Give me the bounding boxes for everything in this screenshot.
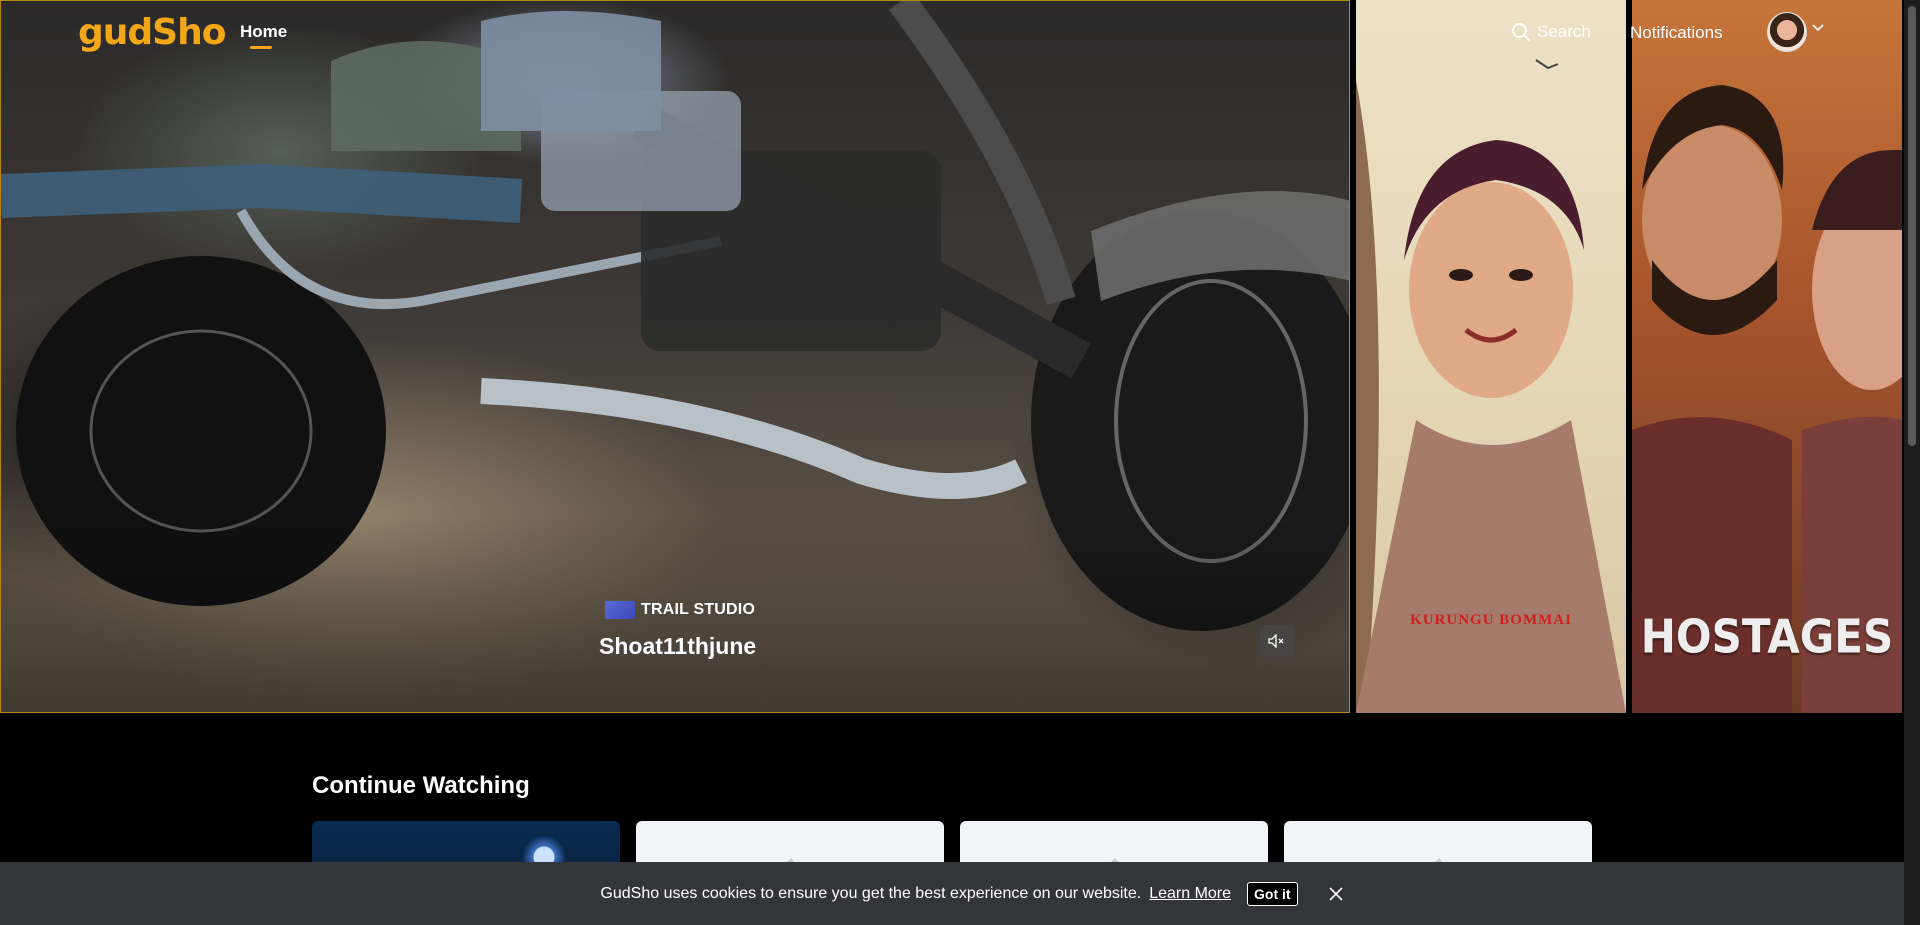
search-icon xyxy=(1512,23,1530,41)
studio-badge[interactable]: TRAIL STUDIO xyxy=(605,601,755,619)
got-it-button[interactable]: Got it xyxy=(1247,881,1298,906)
poster-1-art xyxy=(1356,59,1626,713)
continue-watching-title: Continue Watching xyxy=(312,772,530,799)
close-icon[interactable] xyxy=(1328,886,1344,902)
poster-2-art xyxy=(1632,85,1902,713)
notifications-link[interactable]: Notifications xyxy=(1630,23,1723,43)
studio-logo-icon xyxy=(605,601,635,619)
search-label: Search xyxy=(1537,22,1591,41)
studio-name: TRAIL STUDIO xyxy=(641,601,756,618)
mute-icon xyxy=(1268,634,1284,648)
cookie-content: GudSho uses cookies to ensure you get th… xyxy=(600,881,1344,906)
nav-active-indicator xyxy=(250,46,272,49)
poster-kurungu-bommai[interactable]: KURUNGU BOMMAI xyxy=(1356,0,1626,713)
hero-video[interactable]: TRAIL STUDIO Shoat11thjune xyxy=(0,0,1350,713)
cookie-banner: GudSho uses cookies to ensure you get th… xyxy=(0,862,1904,925)
hero-title[interactable]: Shoat11thjune xyxy=(599,633,756,660)
poster-1-title: KURUNGU BOMMAI xyxy=(1410,612,1572,628)
scrollbar-thumb[interactable] xyxy=(1908,6,1916,446)
poster-2-title: HOSTAGES xyxy=(1640,609,1894,664)
chevron-down-icon[interactable] xyxy=(1812,24,1824,32)
page: TRAIL STUDIO Shoat11thjune KURUNGU BOMMA… xyxy=(0,0,1920,925)
user-avatar[interactable] xyxy=(1767,12,1807,52)
cookie-message: GudSho uses cookies to ensure you get th… xyxy=(600,884,1142,902)
search-button[interactable]: Search xyxy=(1511,22,1591,42)
nav-home[interactable]: Home xyxy=(240,22,287,42)
mute-button[interactable] xyxy=(1260,625,1294,657)
poster-hostages[interactable]: HOSTAGES xyxy=(1632,0,1902,713)
learn-more-link[interactable]: Learn More xyxy=(1149,885,1231,903)
gudsho-logo[interactable]: gudSho xyxy=(78,12,226,53)
